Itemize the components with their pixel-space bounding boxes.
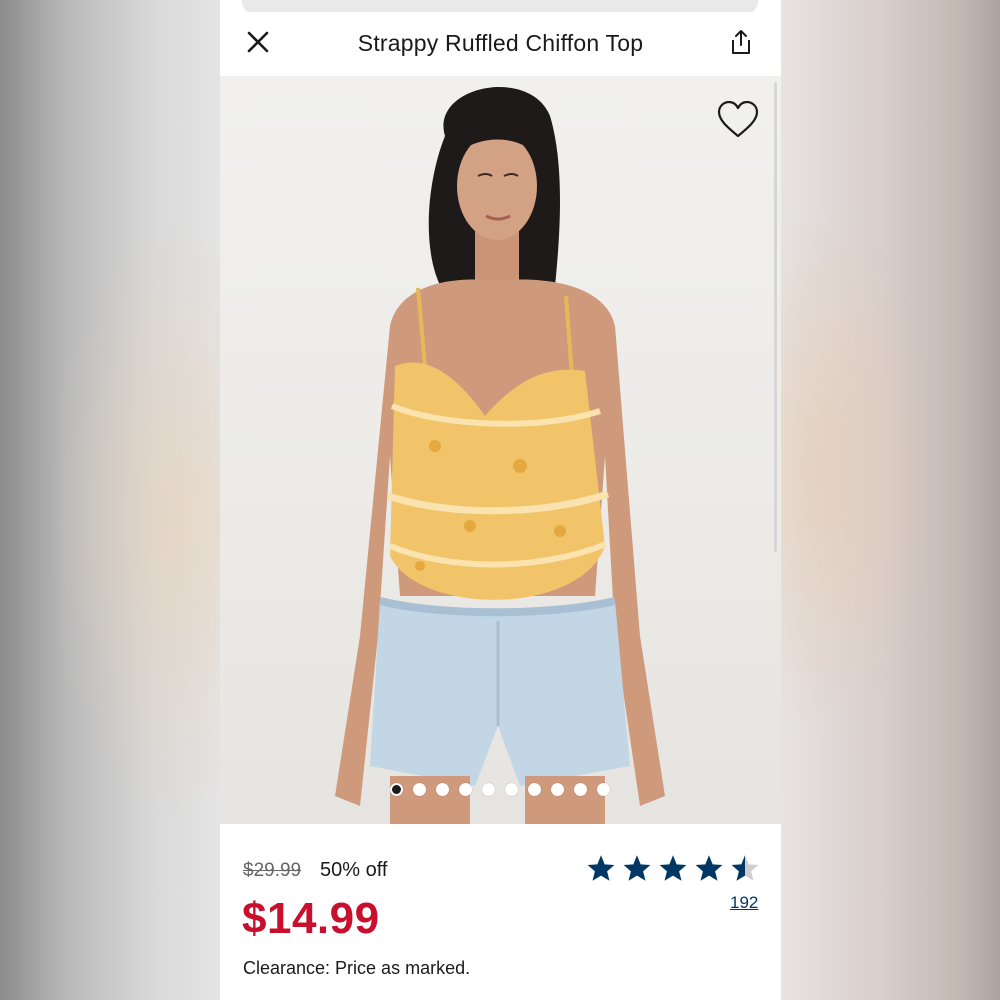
carousel-dot[interactable] (436, 783, 449, 796)
carousel-dot[interactable] (482, 783, 495, 796)
heart-outline-icon (717, 101, 759, 138)
discount-label: 50% off (320, 859, 388, 881)
model-photo (335, 87, 665, 824)
carousel-dot[interactable] (413, 783, 426, 796)
product-sheet: Strappy Ruffled Chiffon Top $29.99 50% o… (220, 0, 781, 1000)
carousel-dot[interactable] (528, 783, 541, 796)
star-icon (623, 855, 651, 881)
close-button[interactable] (242, 26, 274, 58)
carousel-dot[interactable] (505, 783, 518, 796)
product-info: $29.99 50% off $14.99 Clearance: Price a… (220, 824, 781, 1000)
review-count-link[interactable]: 192 (730, 893, 758, 913)
original-price: $29.99 (243, 860, 302, 881)
star-icon (659, 855, 687, 881)
carousel-dot[interactable] (574, 783, 587, 796)
carousel-dot[interactable] (597, 783, 610, 796)
carousel-dot[interactable] (551, 783, 564, 796)
half-star-icon (731, 855, 759, 881)
page-title: Strappy Ruffled Chiffon Top (357, 30, 644, 56)
star-icon (587, 855, 615, 881)
share-icon (732, 30, 750, 54)
carousel-dot[interactable] (459, 783, 472, 796)
sale-price: $14.99 (242, 894, 380, 943)
favorite-button[interactable] (714, 98, 762, 142)
share-button[interactable] (725, 26, 757, 58)
carousel-dot[interactable] (390, 783, 403, 796)
close-icon (247, 31, 269, 53)
scrollbar[interactable] (774, 82, 777, 552)
blurred-background-left (0, 0, 220, 1000)
star-icon (695, 855, 723, 881)
clearance-note: Clearance: Price as marked. (243, 958, 471, 978)
star-rating[interactable] (586, 854, 760, 882)
blurred-background-right (781, 0, 1000, 1000)
product-image[interactable] (220, 76, 781, 824)
carousel-dots (390, 783, 610, 796)
top-bar: Strappy Ruffled Chiffon Top (220, 12, 781, 76)
